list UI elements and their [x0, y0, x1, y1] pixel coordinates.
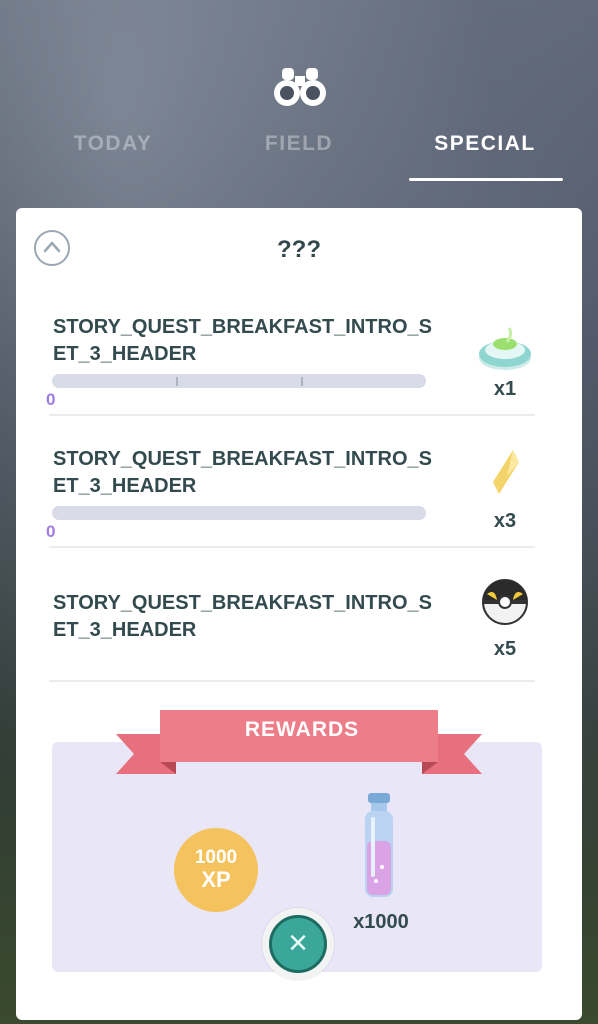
- reward-quantity: x5: [493, 638, 517, 660]
- tab-today[interactable]: TODAY: [38, 132, 188, 156]
- rare-candy-icon: [493, 450, 519, 494]
- quest-row[interactable]: STORY_QUEST_BREAKFAST_INTRO_SET_3_HEADER…: [46, 314, 535, 416]
- tab-special[interactable]: SPECIAL: [410, 132, 560, 156]
- research-title: ???: [277, 236, 321, 263]
- ultra-ball-icon: [482, 579, 528, 625]
- quest-row[interactable]: STORY_QUEST_BREAKFAST_INTRO_SET_3_HEADER…: [46, 446, 535, 548]
- quest-progress-bar: [52, 506, 426, 520]
- incense-icon: [479, 327, 531, 370]
- binoculars-icon: [274, 68, 326, 106]
- stardust-icon: [365, 793, 393, 897]
- reward-quantity: x3: [493, 510, 517, 532]
- divider: [49, 680, 535, 682]
- close-button[interactable]: ×: [262, 908, 334, 980]
- reward-quantity: x1: [493, 378, 517, 400]
- tab-field[interactable]: FIELD: [224, 132, 374, 156]
- close-icon: ×: [269, 915, 327, 973]
- divider: [49, 414, 535, 416]
- quest-progress-bar: [52, 374, 426, 388]
- divider: [49, 546, 535, 548]
- quest-title: STORY_QUEST_BREAKFAST_INTRO_SET_3_HEADER: [53, 316, 432, 365]
- quest-row[interactable]: STORY_QUEST_BREAKFAST_INTRO_SET_3_HEADER…: [49, 579, 535, 682]
- quest-progress-count: 0: [46, 522, 56, 541]
- quest-title: STORY_QUEST_BREAKFAST_INTRO_SET_3_HEADER: [53, 592, 432, 641]
- quest-progress-count: 0: [46, 390, 56, 409]
- xp-label: XP: [201, 867, 231, 892]
- xp-amount: 1000: [194, 847, 238, 868]
- active-tab-indicator: [409, 178, 563, 181]
- quest-tabs-header: TODAY FIELD SPECIAL: [0, 0, 598, 200]
- stardust-quantity: x1000: [353, 911, 409, 933]
- quest-title: STORY_QUEST_BREAKFAST_INTRO_SET_3_HEADER: [53, 448, 432, 497]
- xp-reward-badge: 1000 XP: [174, 828, 258, 912]
- special-research-card: ??? STORY_QUEST_BREAKFAST_INTRO_SET_3_HE…: [16, 208, 582, 1020]
- rewards-label: REWARDS: [244, 718, 360, 741]
